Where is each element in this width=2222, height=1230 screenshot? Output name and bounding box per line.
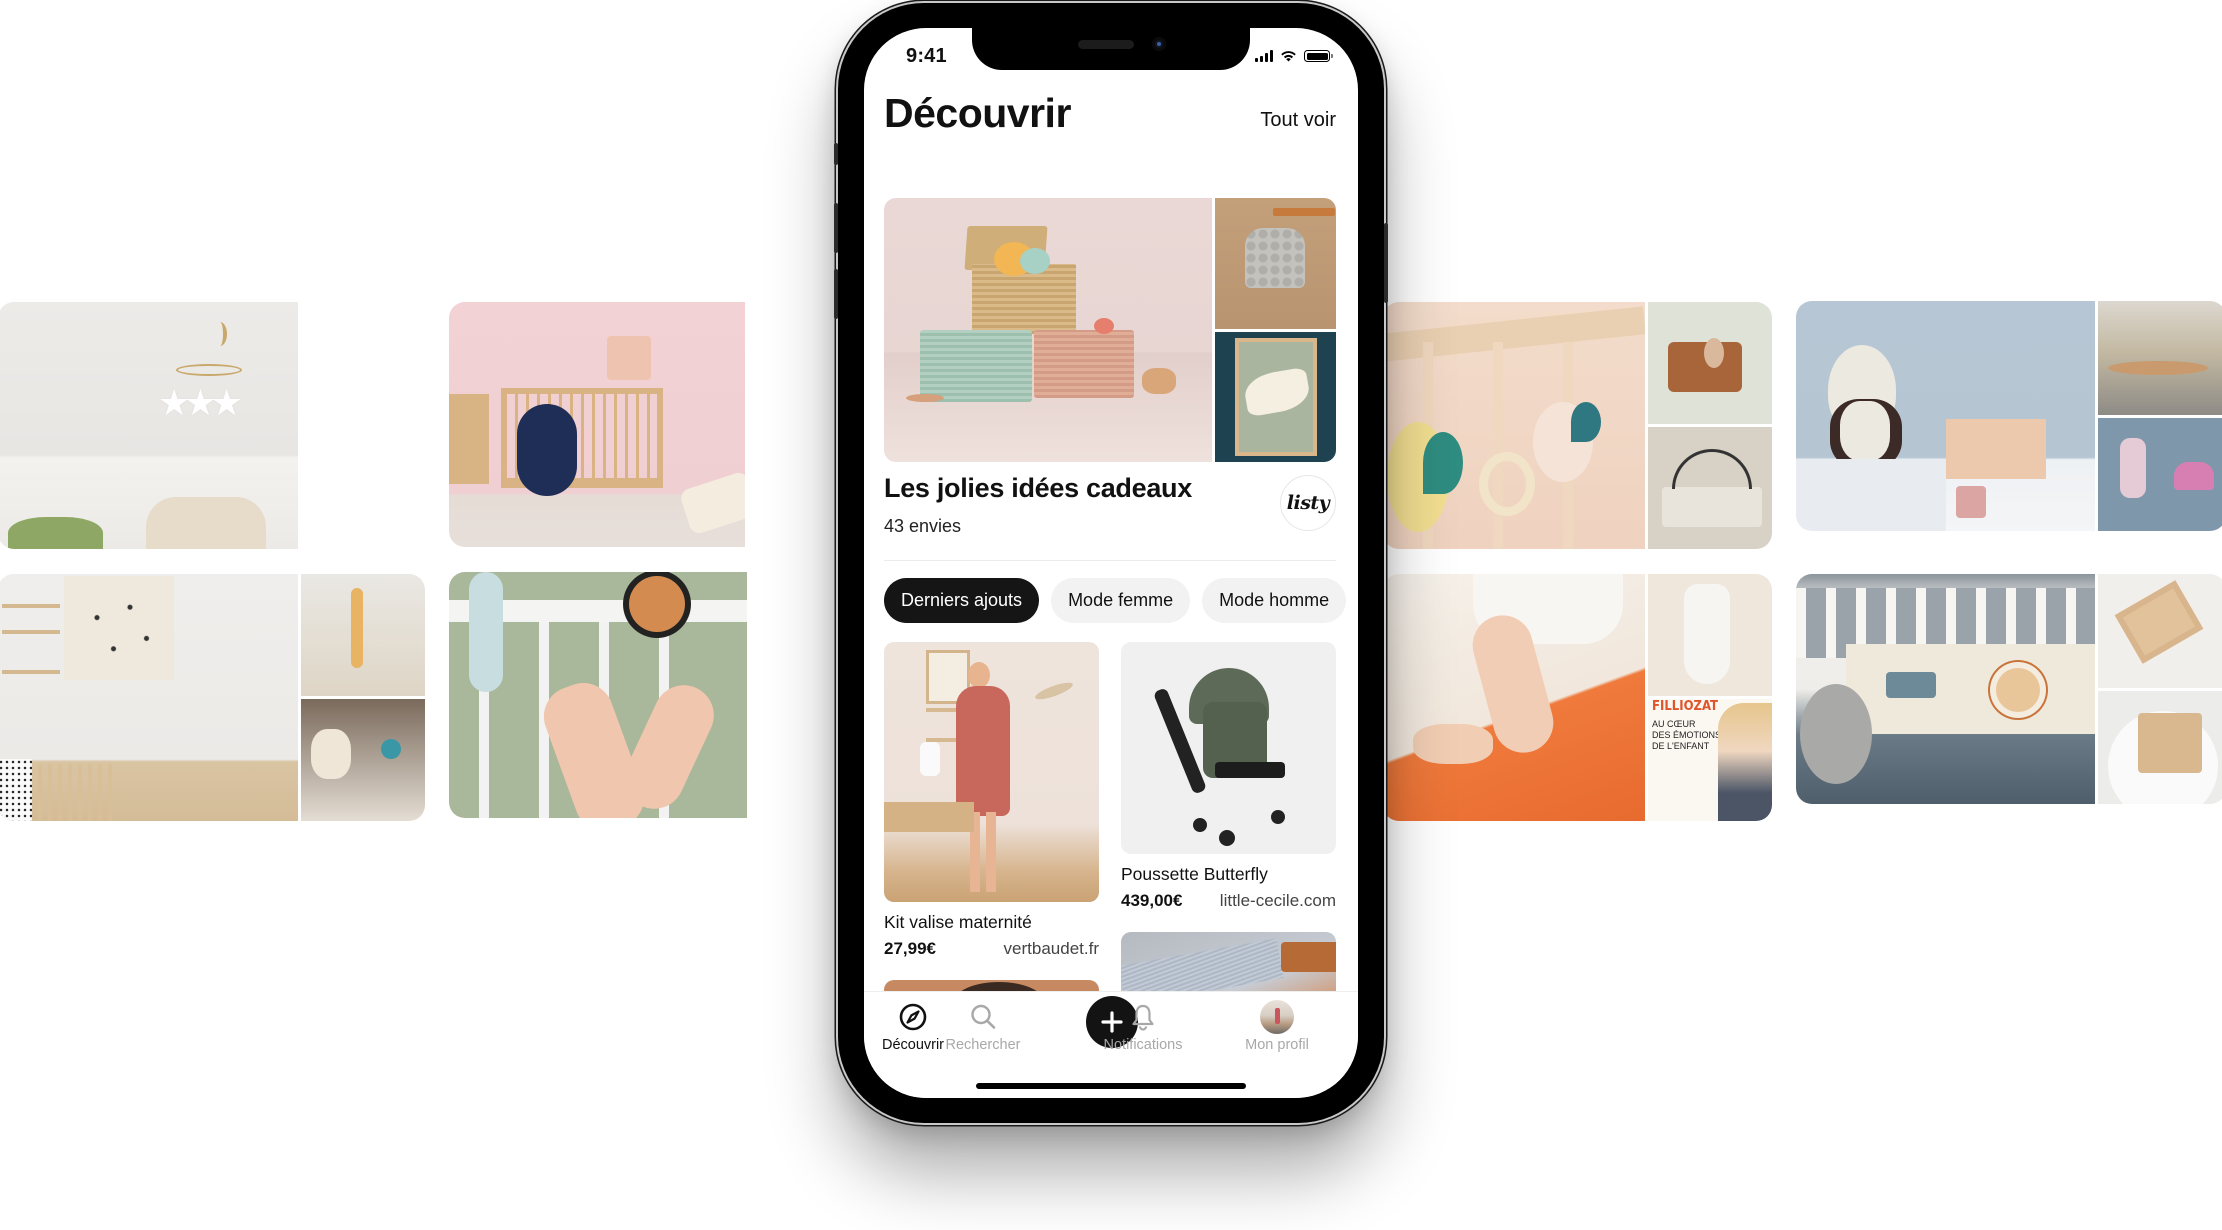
tile-image: [2098, 574, 2222, 688]
product-price: 27,99€: [884, 939, 936, 958]
product-card[interactable]: Kit valise maternité 27,99€ vertbaudet.f…: [884, 642, 1099, 959]
app-screen: 9:41 Découvrir Tout voir Les jolies idée…: [864, 28, 1358, 1098]
product-card[interactable]: [1121, 932, 1336, 992]
bell-icon: [1126, 1000, 1160, 1034]
product-price: 439,00€: [1121, 891, 1183, 910]
battery-icon: [1304, 50, 1333, 62]
tile-image: [1383, 302, 1645, 549]
tile-image: [1648, 302, 1772, 424]
volume-up-button: [834, 203, 838, 253]
featured-side-image: [1215, 198, 1336, 329]
tile-image: ★★★: [0, 302, 298, 549]
home-indicator[interactable]: [976, 1083, 1246, 1089]
collection-tile-5[interactable]: [1383, 302, 1772, 549]
chip-derniers-ajouts[interactable]: Derniers ajouts: [884, 578, 1040, 623]
search-icon: [966, 1000, 1000, 1034]
tab-label: Mon profil: [1245, 1037, 1309, 1053]
bottom-tab-bar: Découvrir Rechercher Notifications Mon p…: [864, 991, 1358, 1098]
product-card[interactable]: Poussette Butterfly 439,00€ little-cecil…: [1121, 642, 1336, 911]
book-title: AU CŒUR DES ÉMOTIONS DE L'ENFANT: [1652, 719, 1721, 752]
tile-image: [301, 699, 425, 821]
tile-image: [449, 302, 745, 547]
tab-rechercher[interactable]: Rechercher: [933, 1000, 1033, 1053]
front-camera: [1152, 37, 1166, 51]
status-time: 9:41: [906, 45, 947, 67]
product-image: [1121, 932, 1336, 992]
tile-image: [1383, 574, 1645, 821]
volume-down-button: [834, 269, 838, 319]
status-icons: [1255, 50, 1333, 62]
collection-tile-6[interactable]: [1796, 301, 2222, 531]
signal-icon: [1255, 50, 1273, 62]
page-title: Découvrir: [884, 90, 1071, 136]
collection-tile-4[interactable]: [449, 572, 839, 818]
tab-mon-profil[interactable]: Mon profil: [1227, 1000, 1327, 1053]
brand-logo[interactable]: listy: [1280, 475, 1336, 531]
filter-chips: Derniers ajouts Mode femme Mode homme: [884, 578, 1347, 623]
tile-image: [1648, 574, 1772, 696]
product-shop[interactable]: vertbaudet.fr: [1004, 939, 1099, 959]
tab-notifications[interactable]: Notifications: [1073, 1000, 1213, 1053]
featured-collection-images[interactable]: [884, 198, 1336, 462]
collection-tile-1[interactable]: ★★★: [0, 302, 425, 549]
chip-mode-homme[interactable]: Mode homme: [1202, 578, 1347, 623]
avatar: [1260, 1000, 1294, 1034]
tab-label: Rechercher: [945, 1037, 1021, 1053]
phone-mockup: 9:41 Découvrir Tout voir Les jolies idée…: [834, 3, 1388, 1123]
featured-main-image: [884, 198, 1212, 462]
collection-tile-2[interactable]: ★: [449, 302, 839, 547]
tab-label: Notifications: [1103, 1037, 1183, 1053]
featured-collection[interactable]: Les jolies idées cadeaux 43 envies listy: [884, 473, 1336, 537]
product-shop[interactable]: little-cecile.com: [1220, 891, 1336, 911]
tile-image: FILLIOZAT AU CŒUR DES ÉMOTIONS DE L'ENFA…: [1648, 699, 1772, 821]
chip-mode-femme[interactable]: Mode femme: [1051, 578, 1191, 623]
wifi-icon: [1281, 51, 1296, 62]
collection-tile-8[interactable]: [1796, 574, 2222, 804]
book-title-line: DES ÉMOTIONS: [1652, 730, 1722, 740]
collection-tile-3[interactable]: [0, 574, 425, 821]
tile-image: [2098, 417, 2222, 531]
divider: [884, 560, 1336, 561]
product-image: [1121, 642, 1336, 854]
see-all-link[interactable]: Tout voir: [1260, 109, 1336, 137]
tile-image: [2098, 301, 2222, 415]
collection-tile-7[interactable]: FILLIOZAT AU CŒUR DES ÉMOTIONS DE L'ENFA…: [1383, 574, 1772, 821]
book-title-line: AU CŒUR: [1652, 719, 1696, 729]
silent-switch: [834, 143, 838, 165]
tile-image: [1796, 301, 2095, 531]
product-name[interactable]: Kit valise maternité: [884, 912, 1099, 933]
speaker: [1078, 40, 1134, 49]
notch: [972, 28, 1250, 70]
compass-icon: [896, 1000, 930, 1034]
page-header: Découvrir Tout voir: [884, 90, 1336, 137]
tile-image: [0, 574, 298, 821]
tile-image: [1648, 427, 1772, 549]
collection-count: 43 envies: [884, 516, 962, 536]
collection-title[interactable]: Les jolies idées cadeaux: [884, 473, 1336, 504]
book-title-line: DE L'ENFANT: [1652, 741, 1710, 751]
power-button: [1384, 223, 1388, 303]
featured-side-image: [1215, 331, 1336, 462]
tile-image: [301, 574, 425, 696]
product-image: [884, 642, 1099, 902]
book-author: FILLIOZAT: [1652, 699, 1719, 714]
tile-image: [449, 572, 747, 818]
tile-image: [2098, 690, 2222, 804]
product-name[interactable]: Poussette Butterfly: [1121, 864, 1336, 885]
tile-image: [1796, 574, 2095, 804]
product-feed: Kit valise maternité 27,99€ vertbaudet.f…: [884, 642, 1336, 992]
